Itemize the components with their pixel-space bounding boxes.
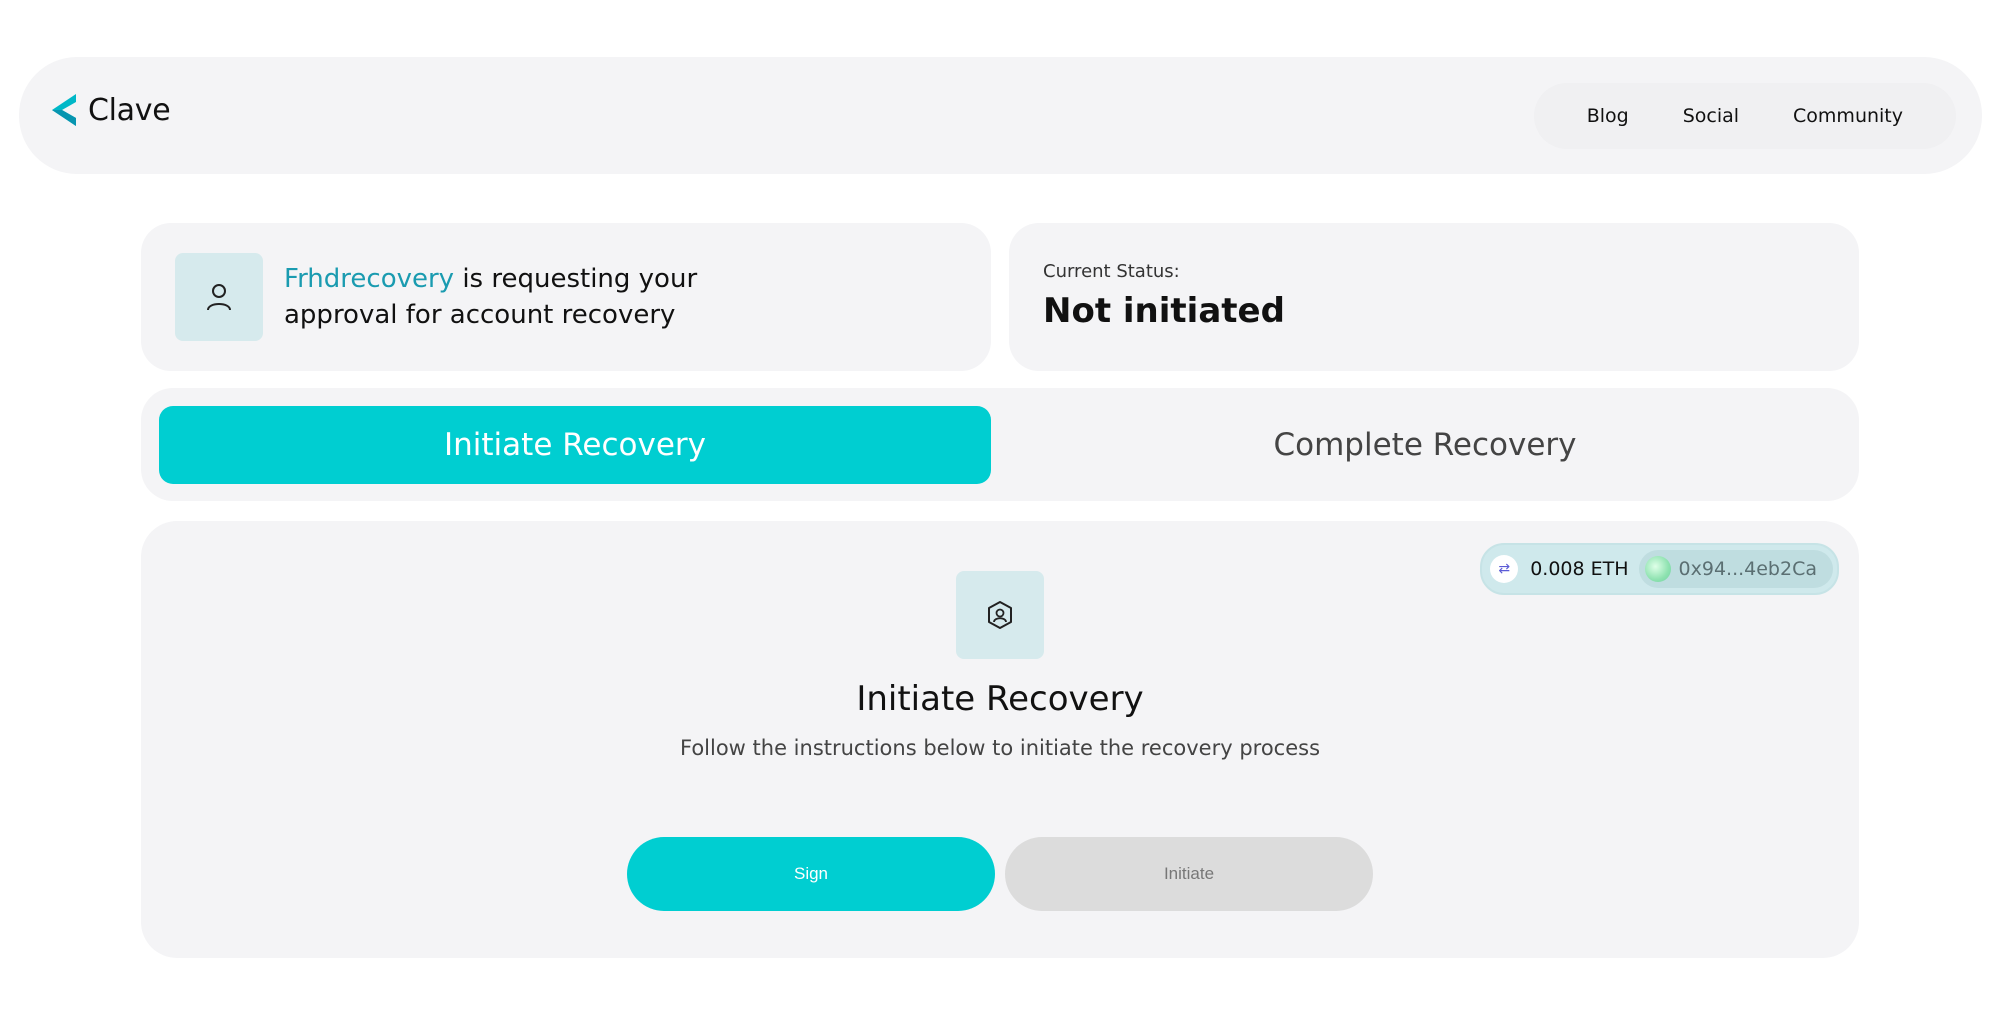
requester-name[interactable]: Frhdrecovery [284, 264, 454, 294]
initiate-button[interactable]: Initiate [1005, 837, 1373, 911]
panel-title: Initiate Recovery [856, 679, 1144, 719]
brand-name: Clave [88, 92, 171, 128]
clave-logo-icon [52, 94, 76, 126]
status-label: Current Status: [1043, 261, 1180, 282]
panel-description: Follow the instructions below to initiat… [679, 736, 1321, 760]
address-avatar-icon [1644, 556, 1671, 582]
sign-button[interactable]: Sign [627, 837, 995, 911]
clave-logo[interactable]: Clave [46, 92, 171, 128]
wallet-pill[interactable]: ⇄ 0.008 ETH 0x94...4eb2Ca [1480, 543, 1839, 595]
nav-link-community[interactable]: Community [1793, 105, 1903, 127]
request-message: Frhdrecovery is requesting your approval… [284, 261, 804, 333]
user-avatar [175, 253, 263, 341]
nav-link-blog[interactable]: Blog [1587, 105, 1629, 127]
recovery-tabs: Initiate Recovery Complete Recovery [141, 388, 1859, 501]
nav-link-social[interactable]: Social [1683, 105, 1739, 127]
recovery-request-card: Frhdrecovery is requesting your approval… [141, 223, 991, 371]
zksync-icon: ⇄ [1490, 555, 1519, 583]
nav-links: Blog Social Community [1533, 83, 1956, 149]
wallet-address-button[interactable]: 0x94...4eb2Ca [1638, 550, 1833, 588]
status-value: Not initiated [1043, 291, 1285, 331]
tab-initiate-recovery[interactable]: Initiate Recovery [159, 406, 991, 484]
initiate-recovery-panel: ⇄ 0.008 ETH 0x94...4eb2Ca Initiate Recov… [141, 521, 1859, 958]
tab-complete-recovery[interactable]: Complete Recovery [1009, 406, 1841, 484]
status-card: Current Status: Not initiated [1009, 223, 1859, 371]
wallet-address: 0x94...4eb2Ca [1678, 558, 1817, 580]
user-icon [207, 284, 231, 311]
eth-balance: 0.008 ETH [1530, 558, 1629, 580]
top-navbar: Clave Blog Social Community [19, 57, 1982, 174]
shield-user-icon [988, 601, 1012, 629]
shield-user-box [956, 571, 1044, 659]
